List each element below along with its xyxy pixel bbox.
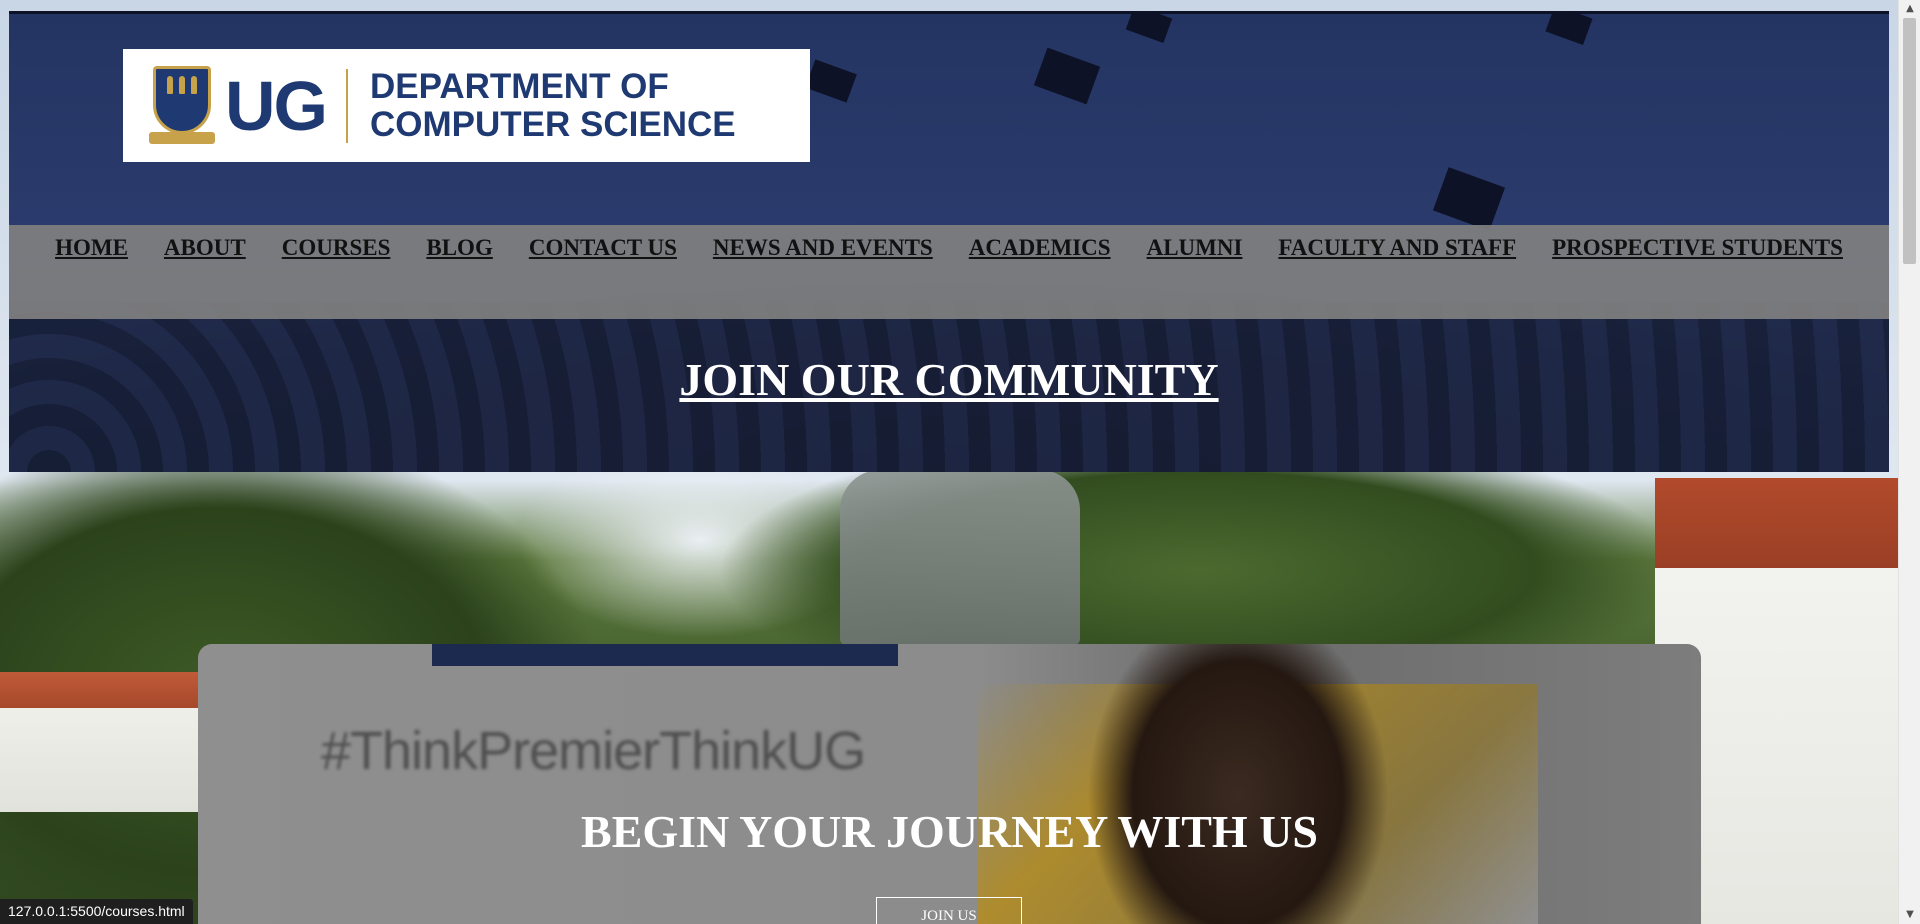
nav-link-contact-us[interactable]: CONTACT US: [529, 235, 677, 260]
join-community-heading-link[interactable]: JOIN OUR COMMUNITY: [9, 352, 1889, 408]
scroll-thumb[interactable]: [1903, 18, 1916, 264]
graduation-cap: [805, 59, 857, 103]
graduation-cap: [1545, 11, 1593, 45]
logo-dept-line2: COMPUTER SCIENCE: [370, 104, 736, 144]
vertical-scrollbar[interactable]: ▲ ▼: [1898, 0, 1920, 924]
nav-link-news-and-events[interactable]: NEWS AND EVENTS: [713, 235, 933, 260]
nav-list: HOME ABOUT COURSES BLOG CONTACT US NEWS …: [9, 233, 1889, 262]
logo-department-name: DEPARTMENT OF COMPUTER SCIENCE: [370, 66, 736, 144]
main-navigation: HOME ABOUT COURSES BLOG CONTACT US NEWS …: [9, 225, 1889, 319]
scroll-up-arrow-icon[interactable]: ▲: [1899, 0, 1920, 18]
building-left: [0, 672, 198, 812]
graduation-cap: [1125, 11, 1173, 44]
department-logo[interactable]: UG DEPARTMENT OF COMPUTER SCIENCE: [123, 49, 810, 162]
graduation-cap: [1033, 47, 1101, 105]
card-photo-banner: [432, 644, 898, 666]
logo-ug-text: UG: [225, 66, 328, 145]
statue: [840, 470, 1080, 645]
journey-heading: BEGIN YOUR JOURNEY WITH US: [581, 806, 1318, 857]
join-us-button[interactable]: JOIN US: [876, 897, 1022, 924]
link-status-bar: 127.0.0.1:5500/courses.html: [0, 899, 193, 924]
card-photo-person: [1078, 644, 1398, 924]
nav-link-faculty-and-staff[interactable]: FACULTY AND STAFF: [1278, 235, 1516, 260]
scroll-down-arrow-icon[interactable]: ▼: [1899, 906, 1920, 924]
nav-link-about[interactable]: ABOUT: [164, 235, 246, 260]
nav-link-prospective-students[interactable]: PROSPECTIVE STUDENTS: [1552, 235, 1843, 260]
journey-card: #ThinkPremierThinkUG BEGIN YOUR JOURNEY …: [198, 644, 1701, 924]
nav-link-alumni[interactable]: ALUMNI: [1147, 235, 1243, 260]
logo-dept-line1: DEPARTMENT OF: [370, 66, 669, 106]
nav-link-blog[interactable]: BLOG: [426, 235, 492, 260]
logo-divider: [346, 68, 348, 143]
nav-link-courses[interactable]: COURSES: [282, 235, 391, 260]
nav-link-academics[interactable]: ACADEMICS: [969, 235, 1111, 260]
graduation-cap: [1432, 167, 1506, 231]
ug-crest-icon: [149, 65, 215, 146]
card-photo-hashtag: #ThinkPremierThinkUG: [321, 721, 866, 781]
nav-link-home[interactable]: HOME: [55, 235, 128, 260]
header-top-strip: [9, 11, 1889, 14]
